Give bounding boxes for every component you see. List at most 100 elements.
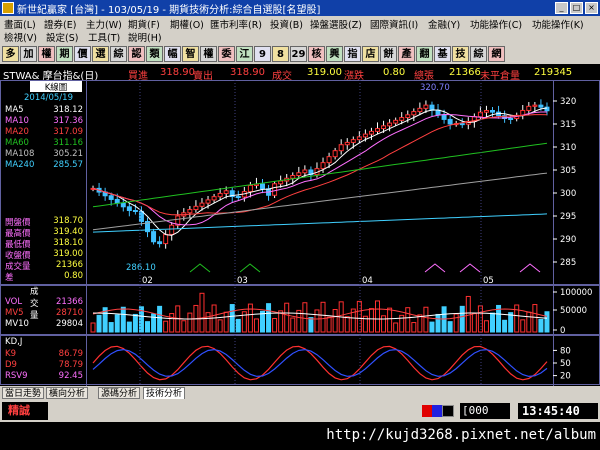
ma10-line — [92, 111, 547, 226]
volume-bar — [459, 305, 465, 333]
menu-item[interactable]: 工具(T) — [88, 30, 120, 44]
volume-bar — [356, 300, 362, 333]
toolbar-button[interactable]: 餅 — [380, 46, 397, 62]
minimize-icon[interactable]: _ — [555, 2, 568, 14]
volume-bar — [538, 318, 544, 333]
menu-item[interactable]: 設定(S) — [46, 30, 78, 44]
menu-item[interactable]: 期權(O) — [170, 17, 204, 31]
toolbar-button[interactable]: 8 — [272, 46, 289, 62]
volume-bar — [344, 316, 350, 333]
toolbar-button[interactable]: 權 — [38, 46, 55, 62]
volume-bar — [375, 300, 380, 333]
candle-body — [126, 206, 132, 211]
toolbar-button[interactable]: 多 — [2, 46, 19, 62]
toolbar-button[interactable]: 29 — [290, 46, 307, 62]
kd-tick-label: 80 — [560, 346, 571, 356]
menu-item[interactable]: 期貨(F) — [128, 17, 160, 31]
menu-item[interactable]: 操盤選股(Z) — [310, 17, 362, 31]
ma60-line — [92, 142, 548, 208]
volume-bar — [114, 314, 120, 333]
toolbar-button[interactable]: 權 — [200, 46, 217, 62]
tab-technical[interactable]: 技術分析 — [143, 387, 186, 399]
menu-item[interactable]: 證券(E) — [44, 17, 76, 31]
tab-horizontal[interactable]: 橫向分析 — [46, 387, 89, 399]
status-clock: 13:45:40 — [518, 403, 598, 419]
volume-bar — [332, 309, 338, 333]
volume-bar — [96, 314, 102, 333]
toolbar-button[interactable]: 江 — [236, 46, 253, 62]
menu-item[interactable]: 金融(Y) — [428, 17, 460, 31]
toolbar-button[interactable]: 翻 — [416, 46, 433, 62]
candle-body — [477, 111, 483, 118]
y-tick-label: 320 — [560, 97, 576, 107]
toolbar-button[interactable]: 期 — [56, 46, 73, 62]
toolbar-button[interactable]: 委 — [218, 46, 235, 62]
candle-body — [447, 118, 453, 125]
volume-bar — [405, 307, 411, 333]
toolbar-button[interactable]: 產 — [398, 46, 415, 62]
status-bar: 精誠 [000 13:45:40 — [0, 400, 600, 422]
candle-body — [399, 117, 405, 121]
toolbar-button[interactable]: 認 — [128, 46, 145, 62]
volume-chart — [90, 292, 550, 333]
toolbar-button[interactable]: 綜 — [470, 46, 487, 62]
tab-source[interactable]: 源碼分析 — [98, 387, 141, 399]
volume-bar — [526, 311, 532, 333]
toolbar: 多加權期價選綜認類幅智權委江 9 8 29 核興指店餅產翻基技綜網 — [0, 44, 600, 64]
y-tick-label: 290 — [560, 235, 576, 245]
menu-item[interactable]: 畫面(L) — [4, 17, 36, 31]
toolbar-button[interactable]: 加 — [20, 46, 37, 62]
volume-bar — [145, 321, 150, 333]
vol-tick-label: 0 — [560, 326, 565, 336]
menu-item[interactable]: 國際資訊(I) — [370, 17, 418, 31]
menu-item[interactable]: 投資(B) — [270, 17, 303, 31]
candle-body — [223, 190, 229, 194]
toolbar-button[interactable]: 基 — [434, 46, 451, 62]
candle-body — [532, 104, 538, 107]
menu-item[interactable]: 主力(W) — [86, 17, 122, 31]
chart-area[interactable]: 320.70286.10 32031531030530029529028502 0… — [0, 80, 600, 386]
close-icon[interactable]: × — [585, 2, 598, 14]
candle-body — [260, 183, 265, 190]
volume-bar — [308, 317, 314, 333]
maximize-icon[interactable]: □ — [570, 2, 583, 14]
volume-bar — [423, 306, 429, 333]
sell-value: 318.90 — [230, 67, 265, 78]
candle-body — [441, 114, 447, 120]
toolbar-button[interactable]: 9 — [254, 46, 271, 62]
toolbar-button[interactable]: 核 — [308, 46, 325, 62]
toolbar-button[interactable]: 幅 — [164, 46, 181, 62]
toolbar-button[interactable]: 店 — [362, 46, 379, 62]
menu-item[interactable]: 功能操作(C) — [470, 17, 522, 31]
signal-marker — [519, 263, 541, 273]
title-bar: 新世紀贏家 [台灣] - 103/05/19 - 期貨技術分析:綜合自選股[名望… — [0, 0, 600, 16]
toolbar-button[interactable]: 價 — [74, 46, 91, 62]
toolbar-button[interactable]: 興 — [326, 46, 343, 62]
toolbar-button[interactable]: 智 — [182, 46, 199, 62]
x-tick-label: 05 — [483, 276, 494, 286]
toolbar-button[interactable]: 綜 — [110, 46, 127, 62]
toolbar-button[interactable]: 選 — [92, 46, 109, 62]
y-tick-label: 300 — [560, 189, 576, 199]
volume-bar — [471, 313, 477, 333]
menu-item[interactable]: 檢視(V) — [4, 30, 37, 44]
volume-bar — [199, 292, 205, 333]
volume-value: 21366 — [449, 67, 481, 78]
toolbar-button[interactable]: 網 — [488, 46, 505, 62]
candle-body — [332, 150, 338, 158]
menu-item[interactable]: 功能操作(K) — [532, 17, 584, 31]
vol-tick-label: 100000 — [560, 288, 592, 298]
menu-item[interactable]: 匯市利率(R) — [210, 17, 262, 31]
candle-body — [132, 209, 138, 212]
toolbar-button[interactable]: 技 — [452, 46, 469, 62]
toolbar-button[interactable]: 指 — [344, 46, 361, 62]
candle-body — [490, 110, 495, 113]
menu-item[interactable]: 說明(H) — [128, 30, 162, 44]
tab-intraday[interactable]: 當日走勢 — [2, 387, 45, 399]
toolbar-button[interactable]: 類 — [146, 46, 163, 62]
volume-bar — [290, 317, 296, 333]
volume-bar — [217, 319, 223, 333]
signal-marker — [424, 263, 446, 273]
volume-bar — [435, 313, 441, 333]
status-indicator-blue — [432, 405, 442, 417]
